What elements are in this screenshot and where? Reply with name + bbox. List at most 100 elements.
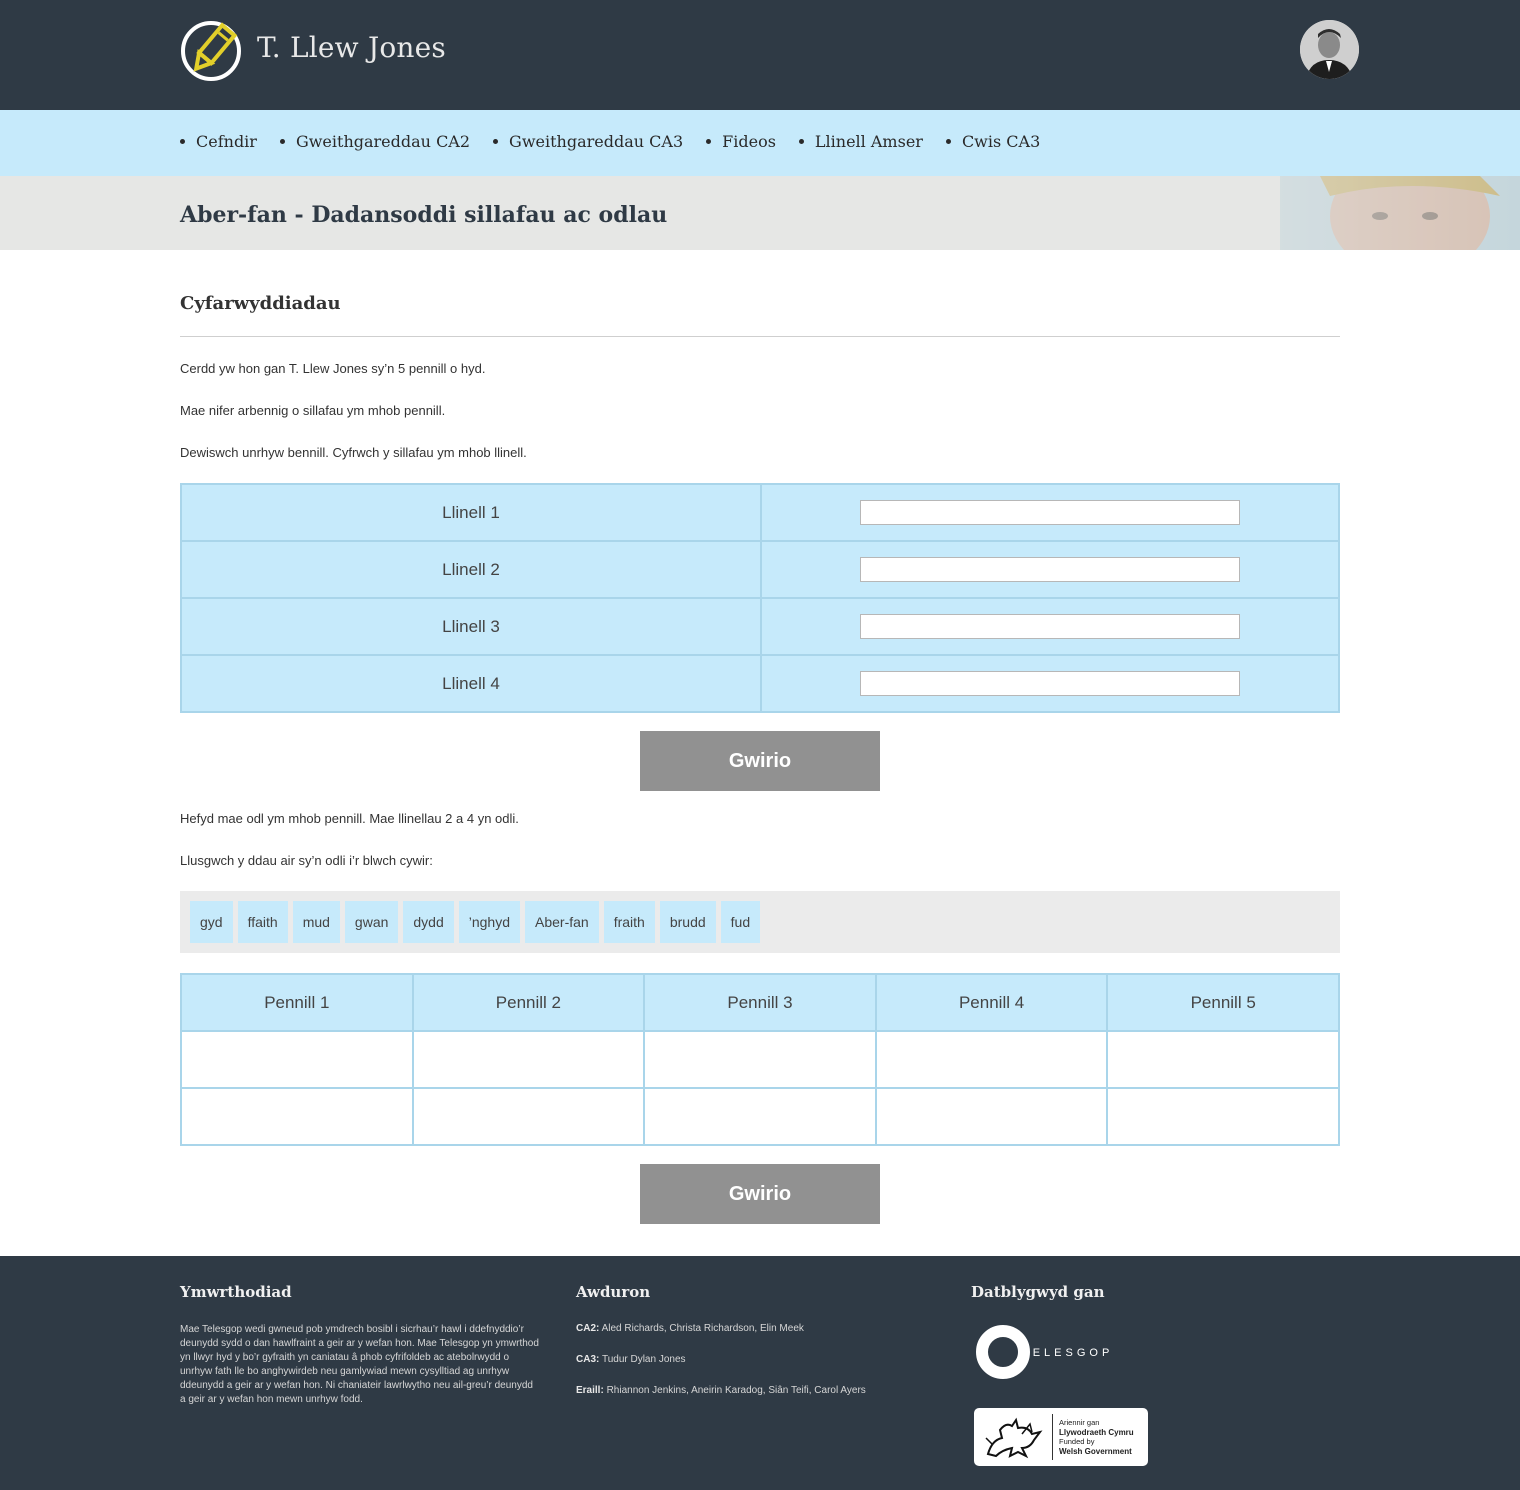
- drop-zone[interactable]: [411, 1030, 646, 1089]
- nav-item-label: Llinell Amser: [814, 132, 923, 151]
- table-header-row: Pennill 1 Pennill 2 Pennill 3 Pennill 4 …: [180, 973, 1340, 1032]
- line-field-cell: [760, 540, 1340, 599]
- badge-divider: [1052, 1414, 1053, 1460]
- drop-zone[interactable]: [180, 1030, 414, 1089]
- nav-item-fideos[interactable]: Fideos: [706, 132, 776, 151]
- syllable-input-2[interactable]: [860, 557, 1240, 582]
- intro-text: Dewiswch unrhyw bennill. Cyfrwch y silla…: [180, 445, 527, 460]
- verse-header: Pennill 4: [874, 973, 1109, 1032]
- intro-text: Cerdd yw hon gan T. Llew Jones sy’n 5 pe…: [180, 361, 486, 376]
- check-rhymes-button[interactable]: Gwirio: [640, 1164, 880, 1224]
- credit-value: Rhiannon Jenkins, Aneirin Karadog, Siân …: [606, 1385, 866, 1396]
- draggable-word[interactable]: Aber-fan: [525, 901, 599, 943]
- pencil-circle-logo-icon[interactable]: [180, 20, 242, 82]
- divider: [180, 336, 1340, 337]
- line-label: Llinell 3: [180, 597, 762, 656]
- verse-header: Pennill 2: [411, 973, 646, 1032]
- syllable-input-1[interactable]: [860, 500, 1240, 525]
- line-label: Llinell 1: [180, 483, 762, 542]
- nav-item-cwis-ca3[interactable]: Cwis CA3: [945, 132, 1041, 151]
- page-title: Aber-fan - Dadansoddi sillafau ac odlau: [180, 202, 668, 228]
- line-field-cell: [760, 654, 1340, 713]
- author-avatar[interactable]: [1300, 20, 1359, 79]
- credit-value: Aled Richards, Christa Richardson, Elin …: [601, 1323, 804, 1334]
- table-row: Llinell 4: [180, 654, 1340, 713]
- nav-item-llinell-amser[interactable]: Llinell Amser: [798, 132, 923, 151]
- page-banner: Aber-fan - Dadansoddi sillafau ac odlau: [0, 176, 1520, 250]
- credit-value: Tudur Dylan Jones: [601, 1354, 686, 1365]
- draggable-word[interactable]: fraith: [603, 901, 655, 943]
- nav-item-cefndir[interactable]: Cefndir: [180, 132, 257, 151]
- bullet-icon: [493, 139, 499, 144]
- credit-line: CA3: Tudur Dylan Jones: [576, 1354, 866, 1365]
- footer-developer: Datblygwyd gan: [971, 1283, 1105, 1323]
- bullet-icon: [706, 139, 712, 144]
- credit-line: Eraill: Rhiannon Jenkins, Aneirin Karado…: [576, 1385, 866, 1396]
- draggable-word[interactable]: dydd: [403, 901, 454, 943]
- footer-authors: Awduron CA2: Aled Richards, Christa Rich…: [576, 1283, 866, 1416]
- credit-key: CA3:: [576, 1354, 600, 1365]
- line-label: Llinell 2: [180, 540, 762, 599]
- drop-zone[interactable]: [1106, 1087, 1340, 1146]
- verse-header: Pennill 3: [643, 973, 877, 1032]
- nav-item-gweithgareddau-ca2[interactable]: Gweithgareddau CA2: [279, 132, 471, 151]
- check-syllables-button[interactable]: Gwirio: [640, 731, 880, 791]
- drop-zone[interactable]: [643, 1030, 877, 1089]
- credit-key: CA2:: [576, 1323, 600, 1334]
- table-row: Llinell 2: [180, 540, 1340, 599]
- draggable-word[interactable]: ffaith: [237, 901, 288, 943]
- table-row: Llinell 1: [180, 483, 1340, 542]
- syllable-input-3[interactable]: [860, 614, 1240, 639]
- rhyme-intro-text: Hefyd mae odl ym mhob pennill. Mae lline…: [180, 811, 519, 826]
- nav-item-label: Cwis CA3: [961, 132, 1041, 151]
- welsh-government-badge[interactable]: Ariennir gan Llywodraeth Cymru Funded by…: [974, 1408, 1148, 1466]
- bullet-icon: [945, 139, 951, 144]
- drop-zone[interactable]: [643, 1087, 877, 1146]
- draggable-word[interactable]: gyd: [190, 901, 233, 943]
- intro-text: Mae nifer arbennig o sillafau ym mhob pe…: [180, 403, 446, 418]
- drop-zone[interactable]: [874, 1030, 1109, 1089]
- verse-drop-table: Pennill 1 Pennill 2 Pennill 3 Pennill 4 …: [180, 973, 1340, 1146]
- nav-item-label: Gweithgareddau CA2: [295, 132, 471, 151]
- drop-zone[interactable]: [874, 1087, 1109, 1146]
- drop-zone[interactable]: [411, 1087, 646, 1146]
- disclaimer-text: Mae Telesgop wedi gwneud pob ymdrech bos…: [180, 1324, 539, 1405]
- telesgop-wordmark: TELESGOP: [1022, 1347, 1113, 1359]
- credit-key: Eraill:: [576, 1385, 604, 1396]
- draggable-word[interactable]: brudd: [659, 901, 716, 943]
- footer-heading: Awduron: [576, 1283, 651, 1301]
- footer-heading: Ymwrthodiad: [180, 1283, 292, 1301]
- footer-disclaimer: Ymwrthodiad Mae Telesgop wedi gwneud pob…: [180, 1283, 540, 1407]
- site-header: T. Llew Jones: [0, 0, 1520, 110]
- welsh-government-text: Ariennir gan Llywodraeth Cymru Funded by…: [1059, 1418, 1134, 1456]
- table-row: Llinell 3: [180, 597, 1340, 656]
- nav-item-gweithgareddau-ca3[interactable]: Gweithgareddau CA3: [493, 132, 683, 151]
- bullet-icon: [798, 139, 804, 144]
- wg-line: Ariennir gan: [1059, 1418, 1100, 1427]
- syllable-input-4[interactable]: [860, 671, 1240, 696]
- draggable-word[interactable]: fud: [720, 901, 761, 943]
- footer-heading: Datblygwyd gan: [971, 1283, 1105, 1301]
- rhyme-intro-text: Llusgwch y ddau air sy’n odli i’r blwch …: [180, 853, 433, 868]
- section-heading: Cyfarwyddiadau: [180, 293, 341, 314]
- verse-header: Pennill 5: [1106, 973, 1340, 1032]
- line-field-cell: [760, 483, 1340, 542]
- banner-portrait-image: [1080, 176, 1520, 250]
- wg-line: Llywodraeth Cymru: [1059, 1427, 1134, 1437]
- drop-zone[interactable]: [1106, 1030, 1340, 1089]
- welsh-dragon-icon: [985, 1417, 1043, 1459]
- draggable-word[interactable]: mud: [292, 901, 340, 943]
- site-title[interactable]: T. Llew Jones: [257, 31, 446, 64]
- bullet-icon: [180, 139, 185, 144]
- nav-item-label: Gweithgareddau CA3: [509, 132, 684, 151]
- author-portrait-icon: [1300, 20, 1359, 79]
- syllable-count-table: Llinell 1 Llinell 2 Llinell 3 Llinell 4: [180, 483, 1340, 713]
- nav-item-label: Fideos: [722, 132, 776, 151]
- credit-line: CA2: Aled Richards, Christa Richardson, …: [576, 1323, 866, 1334]
- draggable-word[interactable]: ’nghyd: [458, 901, 521, 943]
- main-navigation: Cefndir Gweithgareddau CA2 Gweithgaredda…: [0, 110, 1520, 176]
- nav-item-label: Cefndir: [196, 132, 257, 151]
- draggable-word[interactable]: gwan: [344, 901, 399, 943]
- drop-zone[interactable]: [180, 1087, 414, 1146]
- telesgop-logo-icon[interactable]: TELESGOP: [976, 1323, 1136, 1383]
